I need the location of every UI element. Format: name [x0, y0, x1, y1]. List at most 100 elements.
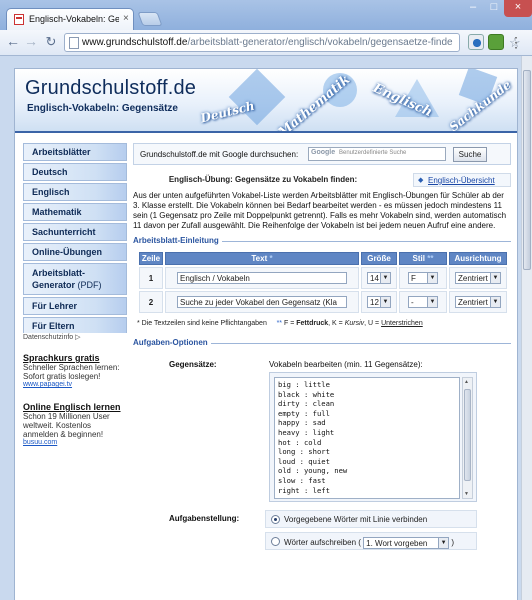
intro-header: Englisch-Übung: Gegensätze zu Vokabeln f… [133, 171, 511, 189]
url-text: www.grundschulstoff.de/arbeitsblatt-gene… [82, 37, 453, 48]
aufgabenstellung-label: Aufgabenstellung: [169, 514, 240, 523]
chevron-down-icon: ▼ [427, 273, 437, 283]
legend-bold: Fettdruck [296, 320, 329, 327]
legend-u: , U = [364, 320, 382, 327]
size-select[interactable]: 14 ▼ [367, 272, 391, 284]
table-row: 1 Englisch / Vokabeln 14 ▼ F ▼ Zentriert ▼ [139, 267, 507, 289]
sidebar-item-arbeitsblatt-generator[interactable]: Arbeitsblatt- Generator (PDF) [23, 263, 127, 295]
deco-diamond [228, 69, 286, 126]
search-input[interactable]: Benutzerdefinierte Suche [308, 147, 446, 161]
chevron-down-icon: ▼ [427, 297, 437, 307]
forward-button[interactable]: → [22, 33, 40, 51]
text-cell: Suche zu jeder Vokabel den Gegensatz (Kl… [165, 291, 359, 313]
col-header-zeile: Zeile [139, 252, 163, 265]
sidebar-item-arbeitsblaetter[interactable]: Arbeitsblätter [23, 143, 127, 161]
option-label: Vorgegebene Wörter mit Linie verbinden [284, 515, 428, 524]
col-header-groesse: Größe [361, 252, 397, 265]
text-line-input[interactable]: Englisch / Vokabeln [177, 272, 347, 284]
align-select[interactable]: Zentriert ▼ [455, 272, 501, 284]
site-banner: Deutsch Mathematik Englisch Sachkunde Gr… [15, 69, 517, 133]
chevron-down-icon: ▼ [380, 273, 390, 283]
col-header-stil-mark: ** [425, 254, 434, 263]
extension-2-icon[interactable] [488, 34, 504, 50]
select-value: 1. Wort vorgeben [366, 539, 428, 548]
radio-unselected[interactable] [271, 537, 280, 546]
col-header-stil-label: Stil [412, 254, 425, 263]
vocab-textarea[interactable]: big : little black : white dirty : clean… [274, 377, 460, 499]
size-value: 14 [370, 274, 379, 283]
chevron-down-icon: ▼ [490, 297, 500, 307]
align-value: Zentriert [458, 274, 488, 283]
minimize-icon[interactable]: – [462, 0, 484, 17]
style-select[interactable]: - ▼ [408, 296, 438, 308]
row-number: 2 [139, 291, 163, 313]
sidebar-item-englisch[interactable]: Englisch [23, 183, 127, 201]
chevron-down-icon: ▼ [438, 538, 449, 548]
sidebar-item-label: Sachunterricht [32, 227, 96, 237]
sidebar-item-label: Online-Übungen [32, 247, 102, 257]
legend-k: , K = [328, 320, 345, 327]
ad-info-link[interactable]: Datenschutzinfo ▷ [23, 333, 127, 341]
page-scrollbar[interactable] [521, 56, 532, 600]
address-bar[interactable]: www.grundschulstoff.de/arbeitsblatt-gene… [64, 33, 521, 52]
option-label-end: ) [451, 538, 455, 548]
sidebar-item-suffix: (PDF) [75, 280, 102, 290]
maximize-icon[interactable]: □ [484, 0, 504, 17]
window-close-icon[interactable]: × [504, 0, 532, 17]
sidebar-item-fuer-lehrer[interactable]: Für Lehrer [23, 297, 127, 315]
legend-note: * Die Textzeilen sind keine Pflichtangab… [137, 320, 267, 327]
option-verbinden[interactable]: Vorgegebene Wörter mit Linie verbinden [265, 510, 477, 528]
back-button[interactable]: ← [4, 33, 22, 51]
size-select[interactable]: 12 ▼ [367, 296, 391, 308]
wrench-menu-icon[interactable]: ⋮ [508, 34, 524, 50]
style-value: - [411, 298, 414, 307]
browser-tab[interactable]: Englisch-Vokabeln: Gegensätze × [6, 8, 134, 30]
vocab-scrollbar[interactable]: ▲ ▼ [462, 377, 473, 499]
size-value: 12 [370, 298, 379, 307]
style-cell: F ▼ [399, 267, 447, 289]
extension-1-icon[interactable] [468, 34, 484, 50]
ad-text: Schneller Sprachen lernen: Sofort gratis… [23, 363, 120, 381]
section-title: Aufgaben-Optionen [133, 338, 211, 347]
col-header-text: Text * [165, 252, 359, 265]
site-logo-title[interactable]: Grundschulstoff.de [25, 77, 196, 100]
einleitung-table: Zeile Text * Größe Stil ** Ausrichtung 1… [137, 250, 509, 315]
ad-link[interactable]: busuu.com [23, 439, 127, 446]
ad-heading[interactable]: Online Englisch lernen [23, 402, 127, 412]
scroll-down-icon[interactable]: ▼ [464, 491, 469, 497]
style-select[interactable]: F ▼ [408, 272, 438, 284]
first-word-select[interactable]: 1. Wort vorgeben ▼ [363, 537, 450, 549]
option-aufschreiben[interactable]: Wörter aufschreiben ( 1. Wort vorgeben ▼ … [265, 532, 477, 550]
ad-link[interactable]: www.papagei.tv [23, 381, 127, 388]
englisch-overview-link[interactable]: Englisch-Übersicht [413, 173, 511, 187]
ad-info-text: Datenschutzinfo [23, 334, 74, 341]
section-einleitung: Arbeitsblatt-Einleitung Zeile Text * Grö… [133, 236, 511, 333]
row-number: 1 [139, 267, 163, 289]
radio-selected[interactable] [271, 515, 280, 524]
col-header-text-label: Text [251, 254, 268, 263]
align-cell: Zentriert ▼ [449, 291, 507, 313]
scroll-up-icon[interactable]: ▲ [464, 379, 469, 385]
search-label: Grundschulstoff.de mit Google durchsuche… [140, 150, 299, 159]
scrollbar-thumb[interactable] [464, 389, 471, 481]
search-button[interactable]: Suche [453, 147, 487, 162]
option-label: Wörter aufschreiben ( [284, 538, 361, 548]
vocab-box: big : little black : white dirty : clean… [269, 372, 477, 502]
ad-heading[interactable]: Sprachkurs gratis [23, 353, 127, 363]
sidebar-item-sachunterricht[interactable]: Sachunterricht [23, 223, 127, 241]
new-tab-button[interactable] [137, 12, 163, 26]
deco-word-deutsch: Deutsch [199, 98, 256, 126]
tab-title: Englisch-Vokabeln: Gegensätze [29, 14, 119, 24]
sidebar-item-mathematik[interactable]: Mathematik [23, 203, 127, 221]
sidebar-item-deutsch[interactable]: Deutsch [23, 163, 127, 181]
style-cell: - ▼ [399, 291, 447, 313]
sidebar-item-label: Deutsch [32, 167, 68, 177]
align-select[interactable]: Zentriert ▼ [455, 296, 501, 308]
tab-close-icon[interactable]: × [123, 13, 129, 24]
sidebar-nav: Arbeitsblätter Deutsch Englisch Mathemat… [23, 143, 127, 337]
text-line-input[interactable]: Suche zu jeder Vokabel den Gegensatz (Kl… [177, 296, 347, 308]
page-scrollbar-thumb[interactable] [523, 70, 531, 270]
reload-button[interactable]: ↻ [42, 33, 60, 51]
sidebar-item-online-uebungen[interactable]: Online-Übungen [23, 243, 127, 261]
text-cell: Englisch / Vokabeln [165, 267, 359, 289]
